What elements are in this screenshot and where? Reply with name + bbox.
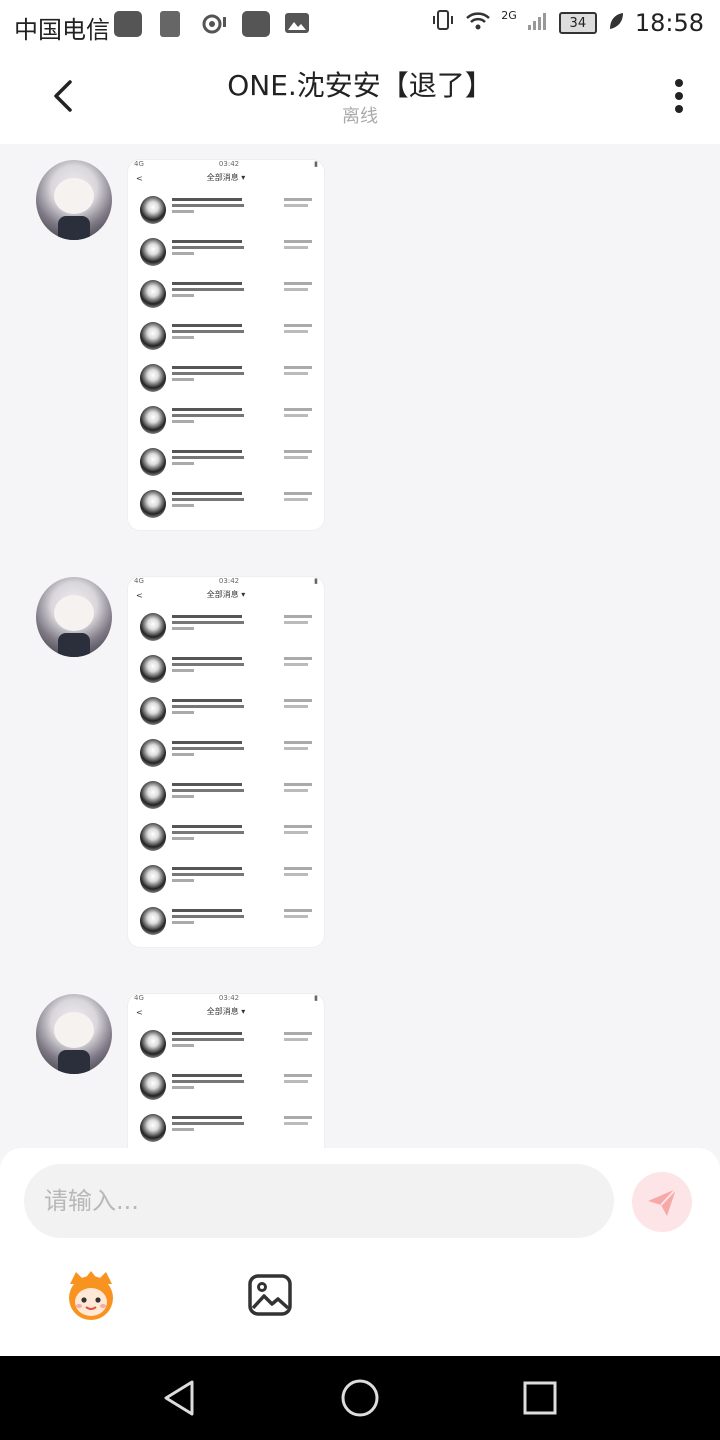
nav-recents-button[interactable] [518,1376,562,1420]
message-list[interactable]: 4G03:42▮ <全部消息 ▾ 4G03:42▮ <全部消息 ▾ [0,144,720,1148]
thumb-nav: < 全部消息 ▾ [136,173,246,183]
emoji-face-icon [69,1271,113,1320]
notification-app-icon [114,11,142,37]
status-right: 2G 34 18:58 [431,9,704,37]
gallery-icon [284,11,312,37]
image-icon [248,1274,292,1316]
thumb-nav: < 全部消息 ▾ [136,1007,246,1017]
image-message[interactable]: 4G 03:42 ▮ < 全部消息 ▾ [128,577,324,947]
square-recents-icon [523,1381,557,1415]
image-picker-button[interactable] [246,1272,294,1318]
avatar[interactable] [36,577,112,657]
emoji-button[interactable] [62,1268,120,1322]
hotspot-icon [200,11,228,37]
system-nav-bar [0,1356,720,1440]
composer-panel [0,1148,720,1356]
sd-card-icon [160,11,180,37]
clock: 18:58 [634,9,704,37]
triangle-back-icon [164,1380,194,1416]
circle-home-icon [341,1379,379,1417]
nav-home-button[interactable] [338,1376,382,1420]
message-input[interactable] [24,1164,614,1238]
signal-icon [527,9,549,37]
chat-title: ONE.沈安安【退了】 [227,69,493,102]
chat-header: ONE.沈安安【退了】 离线 [0,50,720,144]
thumb-status: 4G 03:42 ▮ [128,160,324,172]
thumb-list [128,190,324,526]
thumb-list [128,607,324,943]
more-vertical-icon [675,79,683,113]
notification-app-icon-2 [242,11,270,37]
battery-indicator: 34 [558,12,597,34]
avatar[interactable] [36,994,112,1074]
nav-back-button[interactable] [158,1376,202,1420]
thumb-status: 4G 03:42 ▮ [128,994,324,1006]
avatar[interactable] [36,160,112,240]
send-button[interactable] [632,1172,692,1232]
more-button[interactable] [674,78,684,116]
thumb-title: 全部消息 [206,1007,239,1016]
thumb-time: 03:42 [218,577,240,585]
image-message[interactable]: 4G 03:42 ▮ < 全部消息 ▾ [128,160,324,530]
carrier-label: 中国电信 [14,16,110,44]
thumb-title: 全部消息 [206,590,239,599]
thumb-nav: < 全部消息 ▾ [136,590,246,600]
power-saving-leaf-icon [607,9,625,37]
thumb-title: 全部消息 [206,173,239,182]
thumb-time: 03:42 [218,994,240,1002]
image-message[interactable]: 4G 03:42 ▮ < 全部消息 ▾ [128,994,324,1148]
online-status: 离线 [342,106,378,127]
vibrate-icon [431,9,455,37]
thumb-list [128,1024,324,1148]
network-type: 2G [501,8,517,22]
thumb-status: 4G 03:42 ▮ [128,577,324,589]
wifi-icon [465,9,491,37]
status-bar: 中国电信 2G 34 18:58 [0,0,720,50]
send-icon [648,1188,677,1216]
thumb-time: 03:42 [218,160,240,168]
